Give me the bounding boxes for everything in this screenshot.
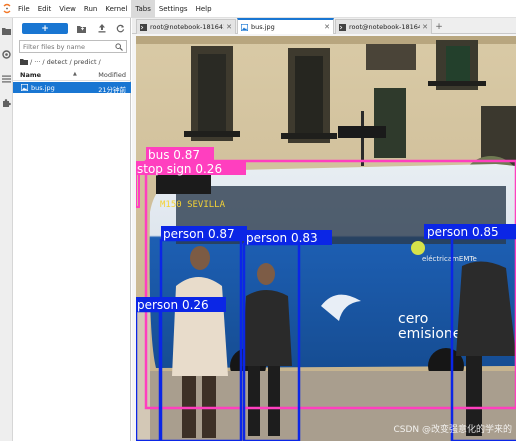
detection-label-bus: bus 0.87: [148, 148, 200, 162]
breadcrumb: / ··· / detect / predict /: [20, 57, 103, 67]
menu-bar: File Edit View Run Kernel Tabs Settings Help: [0, 0, 516, 18]
file-filter-input[interactable]: [20, 41, 110, 52]
upload-icon[interactable]: [97, 24, 106, 33]
list-item[interactable]: bus.jpg 21分钟前: [13, 82, 131, 94]
new-tab-button[interactable]: +: [433, 20, 445, 33]
menu-help[interactable]: Help: [192, 0, 216, 18]
tab-label: bus.jpg: [251, 23, 275, 31]
sort-ascending-icon[interactable]: ▲: [73, 71, 77, 77]
detection-label-person-1: person 0.87: [163, 227, 235, 241]
detection-image: M150 SEVILLA cero emisione eléctricamEMT…: [136, 36, 516, 441]
breadcrumb-path[interactable]: / detect / predict /: [42, 58, 100, 66]
breadcrumb-home-icon[interactable]: [20, 58, 28, 67]
breadcrumb-ellipsis[interactable]: ···: [34, 58, 40, 66]
jupyter-logo-icon[interactable]: [0, 0, 14, 18]
file-name: bus.jpg: [31, 83, 55, 92]
plus-icon: +: [41, 23, 49, 34]
new-launcher-button[interactable]: +: [22, 23, 68, 34]
running-sessions-icon[interactable]: [2, 50, 11, 59]
extension-manager-icon[interactable]: [2, 98, 11, 107]
menu-run[interactable]: Run: [80, 0, 101, 18]
image-file-icon: [20, 83, 29, 92]
activity-bar: [0, 18, 13, 441]
menu-edit[interactable]: Edit: [34, 0, 56, 18]
main-area: root@notebook-1816413€ ✕ bus.jpg ✕ root@…: [132, 18, 516, 441]
column-header-modified[interactable]: Modified: [98, 71, 126, 79]
close-icon[interactable]: ✕: [226, 23, 232, 31]
detection-label-person-2: person 0.83: [246, 231, 318, 245]
table-of-contents-icon[interactable]: [2, 74, 11, 83]
file-list-header: Name ▲ Modified: [13, 70, 131, 81]
detection-label-stop-sign: stop sign 0.26: [137, 162, 222, 176]
tab-bar: root@notebook-1816413€ ✕ bus.jpg ✕ root@…: [132, 18, 516, 34]
image-viewer[interactable]: M150 SEVILLA cero emisione eléctricamEMT…: [136, 36, 516, 441]
breadcrumb-root[interactable]: /: [30, 58, 32, 66]
file-filter-field[interactable]: [19, 40, 127, 53]
watermark: CSDN @改变强意化的学来的: [393, 425, 512, 435]
tab-bus-jpg[interactable]: bus.jpg ✕: [237, 18, 334, 34]
detection-label-person-4: person 0.26: [137, 298, 209, 312]
terminal-icon: [339, 23, 346, 31]
folder-icon[interactable]: [2, 26, 11, 35]
search-icon: [115, 43, 123, 51]
menu-view[interactable]: View: [55, 0, 80, 18]
tab-label: root@notebook-1816413€: [349, 23, 420, 31]
menu-file[interactable]: File: [14, 0, 34, 18]
bus-destination-display: M150 SEVILLA: [160, 200, 226, 210]
tab-label: root@notebook-1816413€: [150, 23, 224, 31]
menu-kernel[interactable]: Kernel: [101, 0, 131, 18]
detection-label-person-3: person 0.85: [427, 225, 499, 239]
tab-terminal-2[interactable]: root@notebook-1816413€ ✕: [335, 19, 432, 34]
terminal-icon: [140, 23, 147, 31]
column-header-name[interactable]: Name: [20, 71, 41, 79]
image-file-icon: [240, 23, 249, 31]
refresh-icon[interactable]: [116, 24, 125, 33]
menu-tabs[interactable]: Tabs: [131, 0, 155, 18]
bus-sticker-text: eléctricamEMTe: [422, 255, 477, 263]
close-icon[interactable]: ✕: [324, 23, 330, 31]
menu-settings[interactable]: Settings: [155, 0, 192, 18]
bus-brand-line1: cero: [398, 311, 428, 327]
file-browser-toolbar: +: [13, 20, 131, 36]
file-browser: + / ··· / detect / predict / Name ▲ Modi…: [13, 18, 131, 441]
plus-icon: +: [435, 21, 443, 32]
file-modified: 21分钟前: [98, 85, 126, 94]
close-icon[interactable]: ✕: [422, 23, 428, 31]
tab-terminal-1[interactable]: root@notebook-1816413€ ✕: [136, 19, 236, 34]
new-folder-icon[interactable]: [77, 24, 86, 33]
